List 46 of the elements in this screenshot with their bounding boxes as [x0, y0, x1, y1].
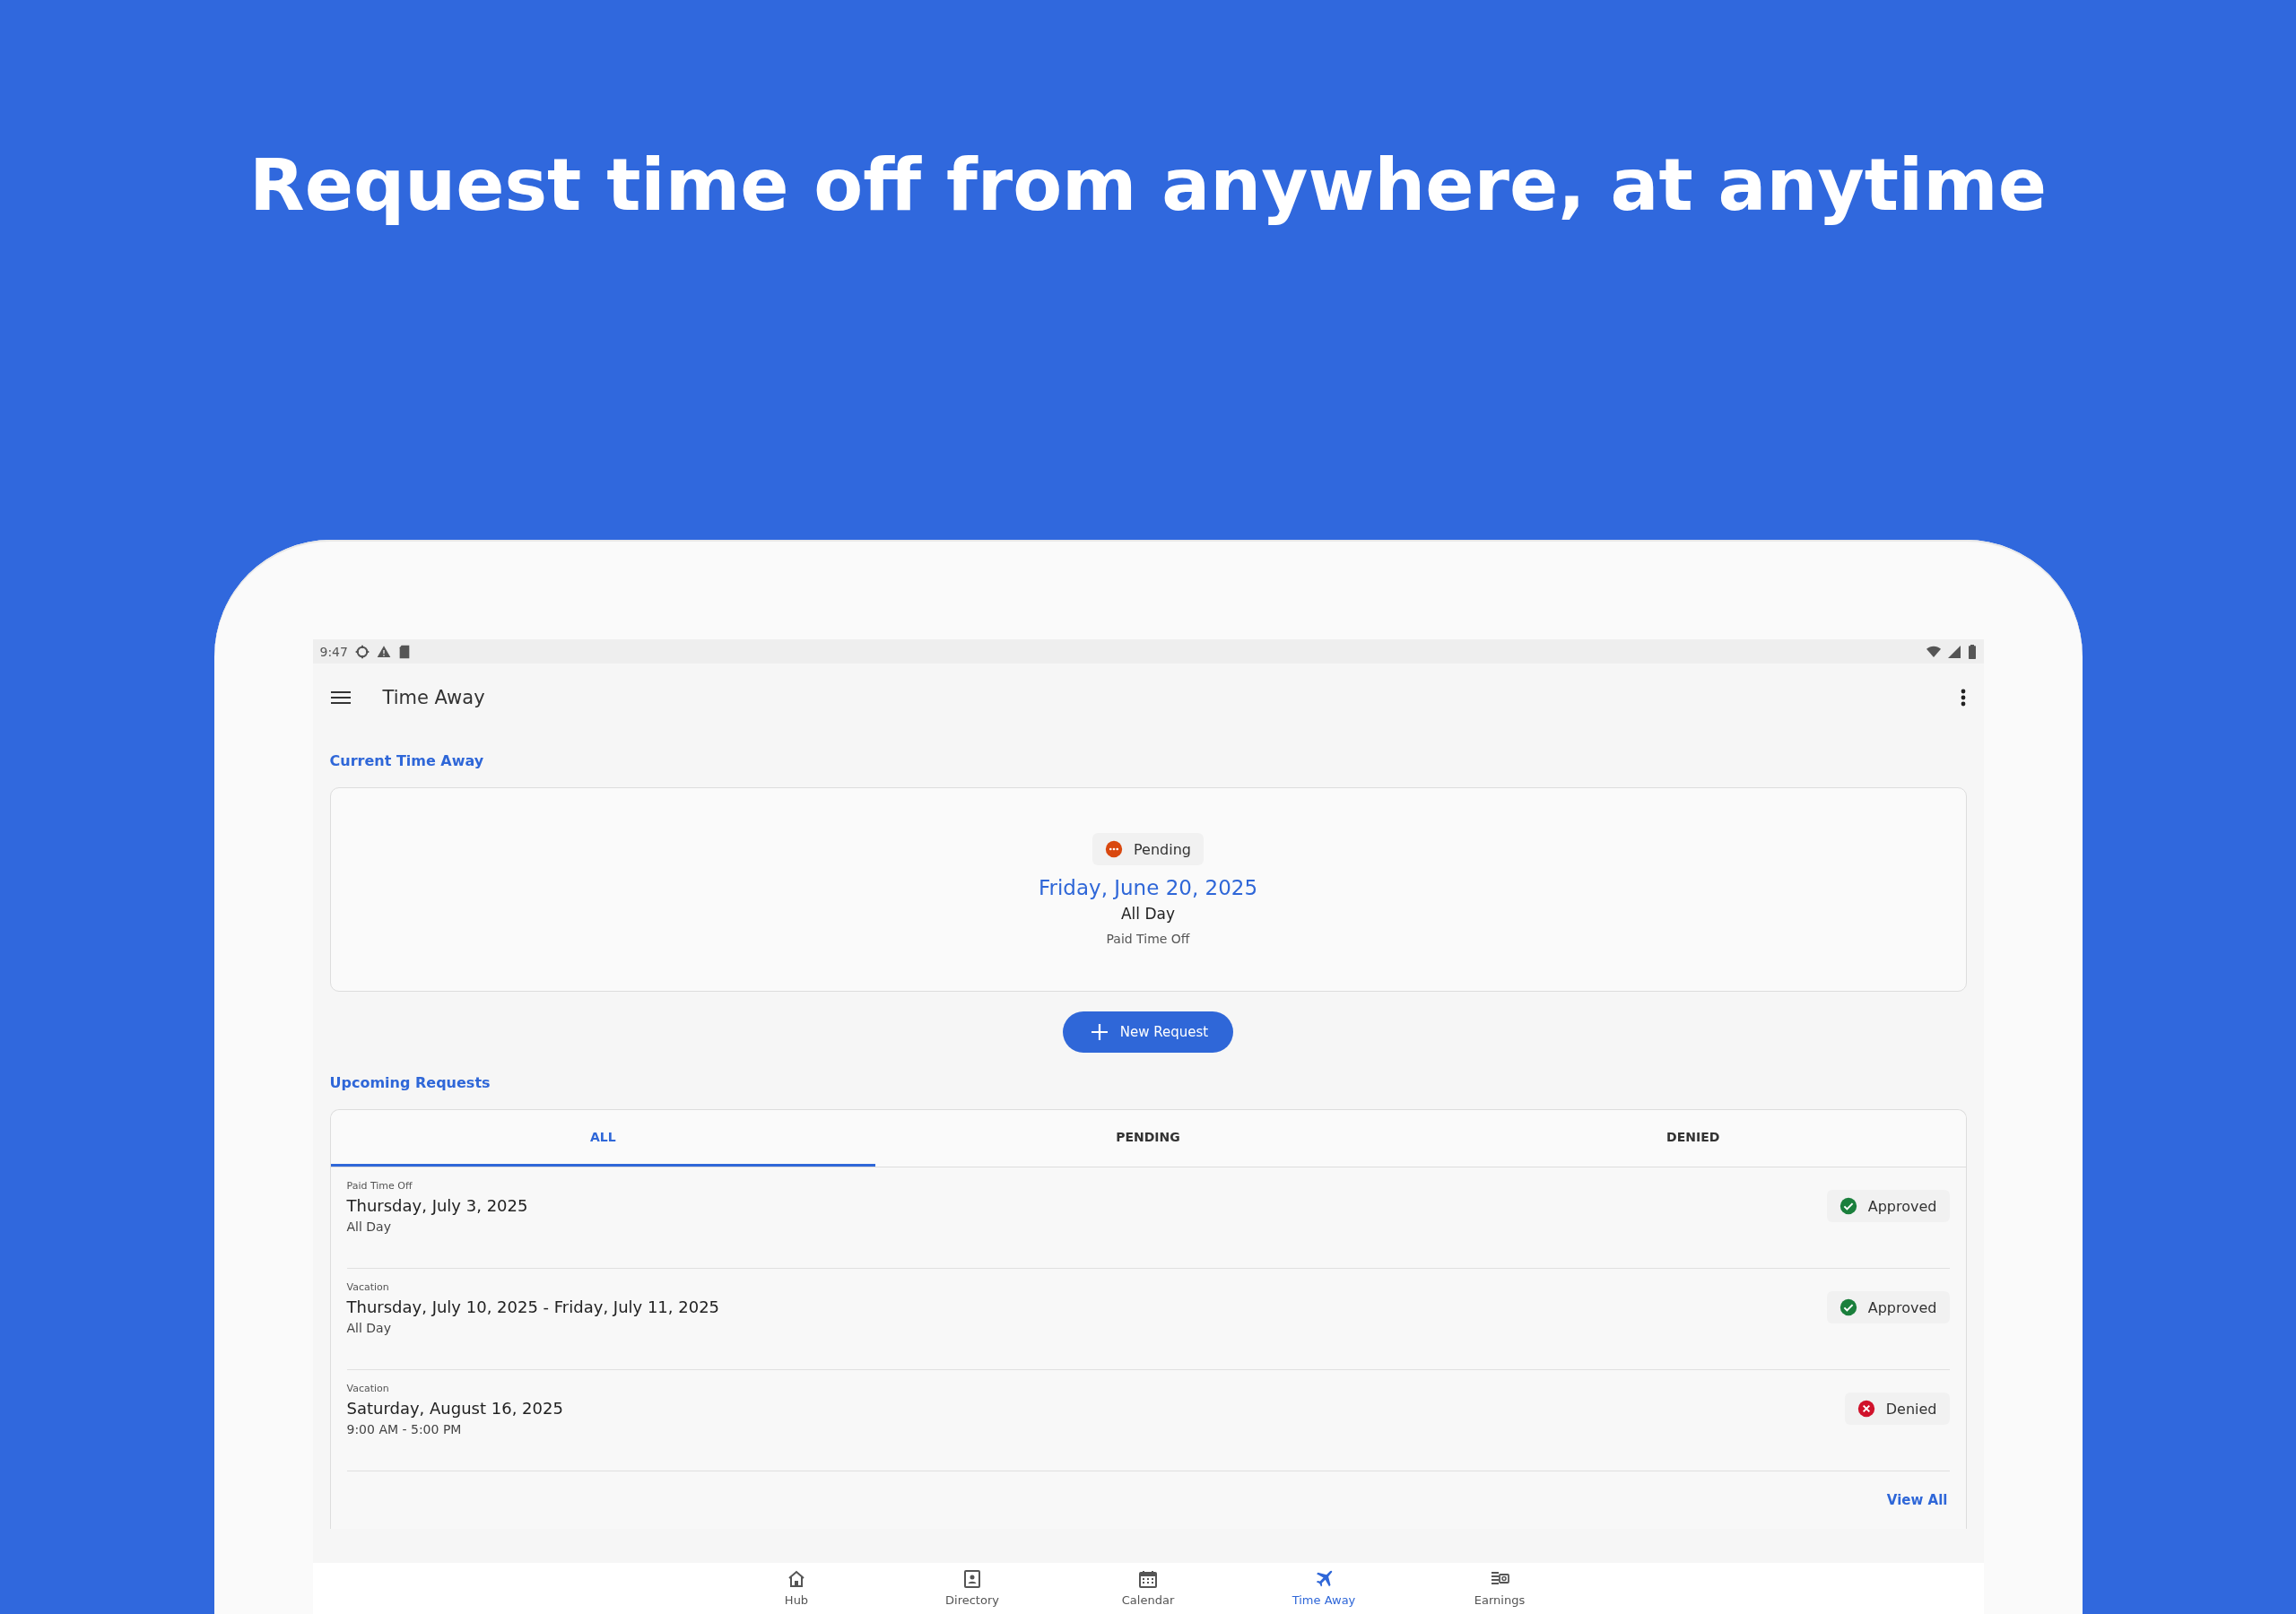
plus-icon: [1091, 1024, 1108, 1040]
status-label: Approved: [1867, 1298, 1937, 1316]
status-label: Approved: [1867, 1197, 1937, 1215]
request-type: Paid Time Off: [346, 1180, 413, 1192]
request-time: 9:00 AM - 5:00 PM: [346, 1422, 463, 1436]
nav-item[interactable]: Calendar: [1060, 1563, 1236, 1614]
battery-icon: [1967, 644, 1977, 659]
request-type: Vacation: [346, 1383, 390, 1394]
status-time: 9:47: [319, 644, 348, 659]
check-icon: [1839, 1197, 1857, 1215]
request-duration: All Day: [1120, 905, 1176, 923]
gear-icon: [354, 644, 370, 659]
calendar-icon: [1137, 1568, 1159, 1590]
wifi-icon: [1926, 644, 1941, 659]
app-bar-title: Time Away: [382, 686, 486, 708]
nav-item[interactable]: Time Away: [1236, 1563, 1412, 1614]
request-dates: Thursday, July 3, 2025: [346, 1196, 528, 1215]
close-icon: [1857, 1400, 1875, 1418]
request-dates: Thursday, July 10, 2025 - Friday, July 11, 2025: [346, 1297, 720, 1316]
headline: Request time off from anywhere, at anytime: [249, 143, 2047, 227]
more-options-icon[interactable]: [1960, 688, 1966, 707]
view-all-link[interactable]: View All: [1881, 1491, 1953, 1509]
new-request-button[interactable]: New Request: [1062, 1011, 1234, 1053]
request-time: All Day: [346, 1321, 392, 1335]
status-label: Pending: [1134, 840, 1191, 858]
pending-icon: [1105, 840, 1123, 858]
status-label: Denied: [1885, 1400, 1937, 1418]
signal-icon: [1947, 645, 1961, 658]
sd-card-icon: [397, 644, 411, 659]
check-icon: [1839, 1298, 1857, 1316]
contact-book-icon: [961, 1568, 983, 1590]
request-dates: Saturday, August 16, 2025: [346, 1399, 563, 1418]
section-title: Current Time Away: [329, 752, 485, 769]
tab[interactable]: ALL: [330, 1110, 876, 1167]
section-title: Upcoming Requests: [329, 1074, 491, 1091]
nav-item[interactable]: Directory: [884, 1563, 1060, 1614]
nav-item[interactable]: Hub: [709, 1563, 884, 1614]
request-type: Vacation: [346, 1281, 390, 1293]
request-type: Paid Time Off: [1106, 932, 1190, 946]
tab[interactable]: DENIED: [1420, 1110, 1966, 1167]
request-date: Friday, June 20, 2025: [1038, 876, 1258, 899]
request-time: All Day: [346, 1219, 392, 1234]
menu-icon[interactable]: [330, 690, 351, 705]
nav-item[interactable]: Earnings: [1412, 1563, 1587, 1614]
warning-icon: [376, 644, 391, 659]
tab[interactable]: PENDING: [875, 1110, 1421, 1167]
